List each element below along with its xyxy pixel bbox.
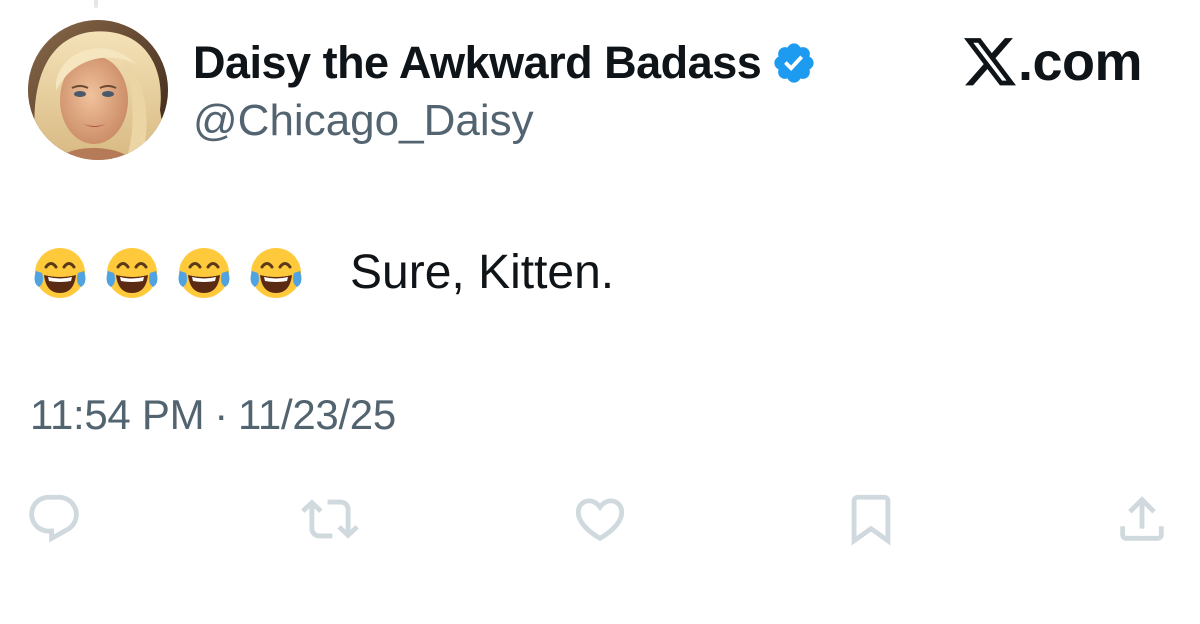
- face-with-tears-of-joy-icon: [174, 243, 234, 303]
- bookmark-button[interactable]: [842, 490, 900, 548]
- retweet-icon: [301, 490, 359, 548]
- face-with-tears-of-joy-icon: [246, 243, 306, 303]
- like-icon: [571, 490, 629, 548]
- x-logo-icon: [963, 38, 1016, 86]
- brand-domain-text: .com: [1017, 32, 1143, 92]
- verified-badge-icon: [771, 40, 817, 86]
- card-edge-marker: [94, 0, 98, 8]
- like-button[interactable]: [571, 490, 629, 548]
- avatar[interactable]: [28, 20, 168, 160]
- timestamp[interactable]: 11:54 PM · 11/23/25: [30, 390, 396, 440]
- share-button[interactable]: [1113, 490, 1171, 548]
- face-with-tears-of-joy-icon: [30, 243, 90, 303]
- reply-button[interactable]: [25, 490, 83, 548]
- bookmark-icon: [842, 490, 900, 548]
- reply-icon: [25, 490, 83, 548]
- brand-label: .com: [963, 32, 1143, 92]
- display-name[interactable]: Daisy the Awkward Badass: [193, 37, 762, 89]
- tweet-body: Sure, Kitten.: [30, 243, 614, 303]
- tweet-time[interactable]: 11:54 PM: [30, 391, 205, 438]
- tweet-date[interactable]: 11/23/25: [238, 391, 396, 438]
- author-handle[interactable]: @Chicago_Daisy: [193, 95, 534, 147]
- face-with-tears-of-joy-icon: [102, 243, 162, 303]
- tweet-text: Sure, Kitten.: [350, 246, 615, 299]
- share-icon: [1113, 490, 1171, 548]
- meta-separator: ·: [214, 391, 228, 438]
- retweet-button[interactable]: [301, 490, 359, 548]
- tweet-card: Daisy the Awkward Badass @Chicago_Daisy …: [0, 0, 1200, 624]
- author-name-row[interactable]: Daisy the Awkward Badass: [193, 37, 817, 89]
- avatar-photo: [28, 20, 168, 160]
